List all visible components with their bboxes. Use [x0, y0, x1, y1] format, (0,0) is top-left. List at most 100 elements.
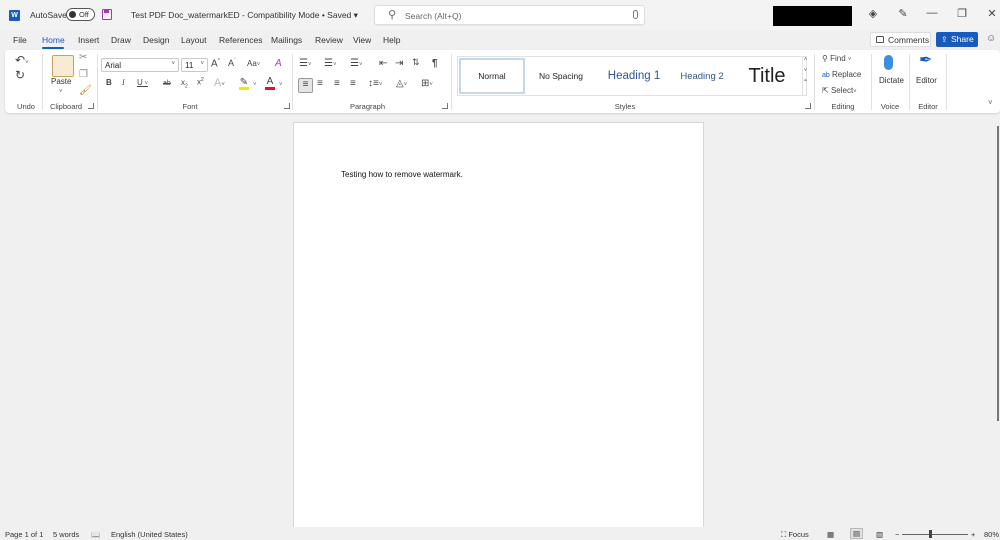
- styles-scroll[interactable]: ˄ ˅ ⩡: [802, 57, 808, 95]
- line-spacing-icon[interactable]: ↕≡˅: [368, 79, 382, 89]
- replace-button[interactable]: ab Replace: [822, 71, 861, 80]
- text-effects-icon[interactable]: A˅: [214, 78, 225, 89]
- styles-scroll-up-icon[interactable]: ˄: [803, 57, 808, 63]
- page-count[interactable]: Page 1 of 1: [5, 530, 43, 539]
- align-right-icon[interactable]: ≡: [334, 79, 340, 89]
- save-icon[interactable]: [102, 9, 112, 20]
- focus-button[interactable]: ⛶ Focus: [781, 530, 809, 540]
- editor-button[interactable]: Editor: [916, 77, 937, 85]
- show-formatting-icon[interactable]: ¶: [432, 59, 438, 69]
- zoom-slider-thumb[interactable]: [929, 530, 932, 538]
- print-layout-icon[interactable]: ▤: [850, 528, 864, 539]
- superscript-icon[interactable]: x2: [197, 78, 204, 87]
- paste-dropdown-icon[interactable]: ˅: [59, 89, 63, 95]
- clear-formatting-icon[interactable]: A: [275, 59, 282, 69]
- tab-layout[interactable]: Layout: [181, 35, 207, 45]
- style-no-spacing[interactable]: No Spacing: [528, 58, 594, 94]
- zoom-in-button[interactable]: +: [971, 530, 975, 539]
- underline-icon[interactable]: U ˅: [137, 79, 148, 88]
- search-input[interactable]: ⚲ Search (Alt+Q): [374, 5, 645, 25]
- clipboard-launcher-icon[interactable]: [88, 103, 94, 109]
- style-heading-1[interactable]: Heading 1: [596, 58, 672, 94]
- autosave-toggle[interactable]: Off: [66, 8, 95, 21]
- highlight-color-icon[interactable]: ✎: [239, 78, 249, 90]
- subscript-icon[interactable]: x2: [181, 79, 188, 90]
- undo-icon[interactable]: ↶˅: [15, 54, 29, 66]
- styles-more-icon[interactable]: ⩡: [803, 78, 808, 85]
- read-mode-icon[interactable]: ▦: [827, 530, 834, 539]
- italic-icon[interactable]: I: [122, 79, 125, 87]
- font-name-select[interactable]: Arial ˅: [101, 58, 179, 72]
- vertical-scrollbar[interactable]: [996, 116, 1000, 526]
- tab-help[interactable]: Help: [383, 35, 400, 45]
- share-button[interactable]: ⇪ Share: [936, 32, 978, 47]
- language[interactable]: English (United States): [111, 530, 188, 539]
- minimize-button[interactable]: —: [925, 7, 939, 19]
- microphone-icon[interactable]: [884, 55, 893, 70]
- select-button[interactable]: ⇱ Select˅: [822, 87, 857, 96]
- decrease-indent-icon[interactable]: ⇤: [379, 59, 387, 69]
- document-text[interactable]: Testing how to remove watermark.: [341, 170, 463, 179]
- accessibility-book-icon[interactable]: 📖: [91, 530, 100, 539]
- zoom-out-button[interactable]: −: [895, 530, 899, 539]
- format-painter-icon[interactable]: 🖌: [79, 86, 92, 96]
- shading-icon[interactable]: ◬˅: [396, 79, 407, 89]
- document-title[interactable]: Test PDF Doc_watermarkED - Compatibility…: [131, 10, 358, 21]
- font-color-dropdown-icon[interactable]: ˅: [279, 82, 283, 88]
- bold-icon[interactable]: B: [106, 79, 112, 87]
- borders-icon[interactable]: ⊞˅: [421, 79, 433, 89]
- font-launcher-icon[interactable]: [284, 103, 290, 109]
- tab-file[interactable]: File: [13, 35, 27, 45]
- styles-scroll-down-icon[interactable]: ˅: [803, 68, 808, 74]
- align-center-icon[interactable]: ≡: [317, 79, 323, 89]
- increase-indent-icon[interactable]: ⇥: [395, 59, 403, 69]
- paste-label[interactable]: Paste: [51, 78, 71, 86]
- cut-icon[interactable]: ✂: [79, 53, 87, 63]
- tab-home[interactable]: Home: [42, 35, 65, 45]
- strikethrough-icon[interactable]: ab: [163, 80, 171, 87]
- editor-pen-icon[interactable]: ✒: [919, 53, 932, 69]
- highlight-dropdown-icon[interactable]: ˅: [253, 82, 257, 88]
- find-button[interactable]: ⚲ Find ˅: [822, 55, 851, 64]
- shrink-font-icon[interactable]: Aˇ: [228, 59, 236, 68]
- tab-review[interactable]: Review: [315, 35, 343, 45]
- pen-icon[interactable]: ✎: [896, 7, 910, 20]
- restore-button[interactable]: ❐: [955, 7, 969, 20]
- sort-icon[interactable]: ⇅: [412, 58, 420, 67]
- paste-icon[interactable]: [52, 55, 74, 77]
- justify-icon[interactable]: ≡: [350, 79, 356, 89]
- style-heading-2[interactable]: Heading 2: [672, 58, 732, 94]
- styles-launcher-icon[interactable]: [805, 103, 811, 109]
- bullets-icon[interactable]: ☰˅: [299, 59, 311, 69]
- document-page[interactable]: Testing how to remove watermark.: [293, 122, 704, 532]
- diamond-icon[interactable]: ◈: [866, 7, 880, 20]
- microphone-icon[interactable]: [633, 10, 638, 19]
- scrollbar-thumb[interactable]: [997, 126, 999, 421]
- paragraph-launcher-icon[interactable]: [442, 103, 448, 109]
- redo-icon[interactable]: ↻: [15, 69, 25, 81]
- numbering-icon[interactable]: ☰˅: [324, 59, 336, 69]
- comments-button[interactable]: Comments: [870, 32, 931, 47]
- dictate-button[interactable]: Dictate: [879, 77, 904, 85]
- tab-insert[interactable]: Insert: [78, 35, 99, 45]
- copy-icon[interactable]: ❐: [79, 70, 88, 80]
- change-case-icon[interactable]: Aa˅: [247, 60, 260, 69]
- zoom-slider[interactable]: [902, 534, 968, 535]
- web-layout-icon[interactable]: ▧: [876, 530, 883, 539]
- word-count[interactable]: 5 words: [53, 530, 79, 539]
- close-button[interactable]: ✕: [985, 7, 999, 20]
- people-icon[interactable]: ☺: [986, 33, 996, 44]
- multilevel-list-icon[interactable]: ☰˅: [350, 59, 362, 69]
- tab-references[interactable]: References: [219, 35, 262, 45]
- style-title[interactable]: Title: [734, 58, 800, 94]
- zoom-level[interactable]: 80%: [984, 530, 999, 539]
- font-color-icon[interactable]: A: [265, 77, 275, 90]
- grow-font-icon[interactable]: A^: [211, 59, 220, 69]
- tab-draw[interactable]: Draw: [111, 35, 131, 45]
- tab-mailings[interactable]: Mailings: [271, 35, 302, 45]
- collapse-ribbon-icon[interactable]: ˅: [988, 99, 993, 107]
- align-left-icon[interactable]: ≡: [298, 78, 313, 93]
- tab-view[interactable]: View: [353, 35, 371, 45]
- tab-design[interactable]: Design: [143, 35, 169, 45]
- style-normal[interactable]: Normal: [459, 58, 525, 94]
